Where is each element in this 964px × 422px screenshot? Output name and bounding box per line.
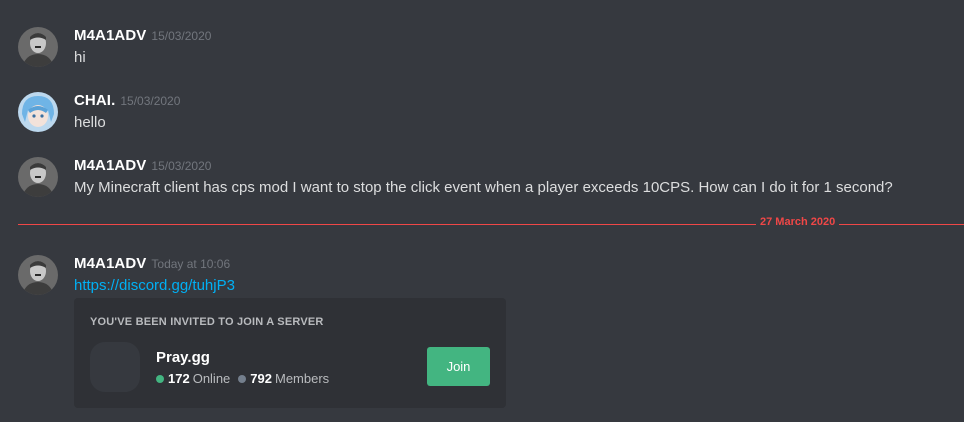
message-header: CHAI. 15/03/2020 (74, 92, 180, 110)
online-count: 172 (168, 371, 190, 386)
server-name[interactable]: Pray.gg (156, 349, 210, 366)
user-avatar[interactable] (18, 157, 58, 197)
author-name[interactable]: M4A1ADV (74, 27, 146, 44)
message-content: https://discord.gg/tuhjP3 (74, 277, 235, 294)
server-icon[interactable] (90, 342, 140, 392)
message-header: M4A1ADV 15/03/2020 (74, 157, 211, 175)
user-avatar[interactable] (18, 92, 58, 132)
member-label: Members (274, 371, 330, 386)
invite-header: You've been invited to join a server (90, 316, 324, 328)
online-label: Online (192, 371, 231, 386)
message-content: hi (74, 49, 86, 66)
server-invite-embed: You've been invited to join a server Pra… (74, 298, 506, 408)
join-button[interactable]: Join (427, 347, 490, 386)
message-content: My Minecraft client has cps mod I want t… (74, 179, 893, 196)
member-count: 792 (250, 371, 272, 386)
server-stats: 172 Online 792 Members (156, 371, 329, 386)
online-status-icon (156, 374, 164, 383)
timestamp: 15/03/2020 (120, 94, 181, 108)
message-content: hello (74, 114, 106, 131)
invite-link[interactable]: https://discord.gg/tuhjP3 (74, 277, 235, 294)
user-avatar[interactable] (18, 255, 58, 295)
date-divider-label: 27 March 2020 (756, 216, 840, 228)
author-name[interactable]: M4A1ADV (74, 255, 146, 272)
message-header: M4A1ADV Today at 10:06 (74, 255, 230, 273)
timestamp: Today at 10:06 (151, 257, 231, 271)
chat-messages: M4A1ADV 15/03/2020 hi CHAI. 15/03/2020 hel… (0, 0, 964, 422)
message-header: M4A1ADV 15/03/2020 (74, 27, 211, 45)
author-name[interactable]: M4A1ADV (74, 157, 146, 174)
members-status-icon (238, 374, 247, 383)
timestamp: 15/03/2020 (151, 159, 212, 173)
timestamp: 15/03/2020 (151, 29, 212, 43)
user-avatar[interactable] (18, 27, 58, 67)
author-name[interactable]: CHAI. (74, 92, 115, 109)
